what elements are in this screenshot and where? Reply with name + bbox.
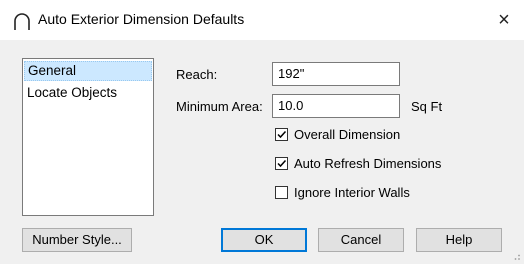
close-icon: ×: [498, 8, 510, 31]
title-bar[interactable]: Auto Exterior Dimension Defaults ×: [0, 0, 524, 40]
auto-refresh-label: Auto Refresh Dimensions: [294, 155, 442, 171]
auto-refresh-checkbox[interactable]: [275, 156, 288, 170]
ignore-interior-walls-checkbox[interactable]: [275, 185, 288, 199]
help-button[interactable]: Help: [416, 228, 502, 252]
ignore-interior-walls-option[interactable]: Ignore Interior Walls: [275, 183, 410, 201]
dialog-window: Auto Exterior Dimension Defaults × Gener…: [0, 0, 524, 264]
reach-label: Reach:: [176, 67, 218, 82]
overall-dimension-checkbox[interactable]: [275, 127, 288, 141]
checkmark-icon: [277, 159, 287, 167]
checkmark-icon: [277, 130, 287, 138]
overall-dimension-label: Overall Dimension: [294, 126, 401, 142]
minimum-area-unit: Sq Ft: [411, 99, 443, 114]
ok-button[interactable]: OK: [221, 228, 307, 252]
window-title: Auto Exterior Dimension Defaults: [38, 11, 245, 27]
minimum-area-label: Minimum Area:: [176, 99, 263, 114]
list-item-locate-objects[interactable]: Locate Objects: [24, 83, 152, 103]
ignore-interior-walls-label: Ignore Interior Walls: [294, 184, 410, 200]
cancel-button[interactable]: Cancel: [318, 228, 404, 252]
resize-grip-icon[interactable]: [511, 251, 521, 261]
minimum-area-input[interactable]: 10.0: [272, 94, 400, 118]
close-button[interactable]: ×: [484, 0, 524, 40]
auto-refresh-option[interactable]: Auto Refresh Dimensions: [275, 154, 441, 172]
overall-dimension-option[interactable]: Overall Dimension: [275, 125, 400, 143]
list-item-general[interactable]: General: [24, 61, 152, 81]
category-list[interactable]: General Locate Objects: [22, 58, 154, 216]
reach-input[interactable]: 192": [272, 62, 400, 86]
number-style-button[interactable]: Number Style...: [22, 228, 132, 252]
arch-icon: [14, 13, 30, 30]
